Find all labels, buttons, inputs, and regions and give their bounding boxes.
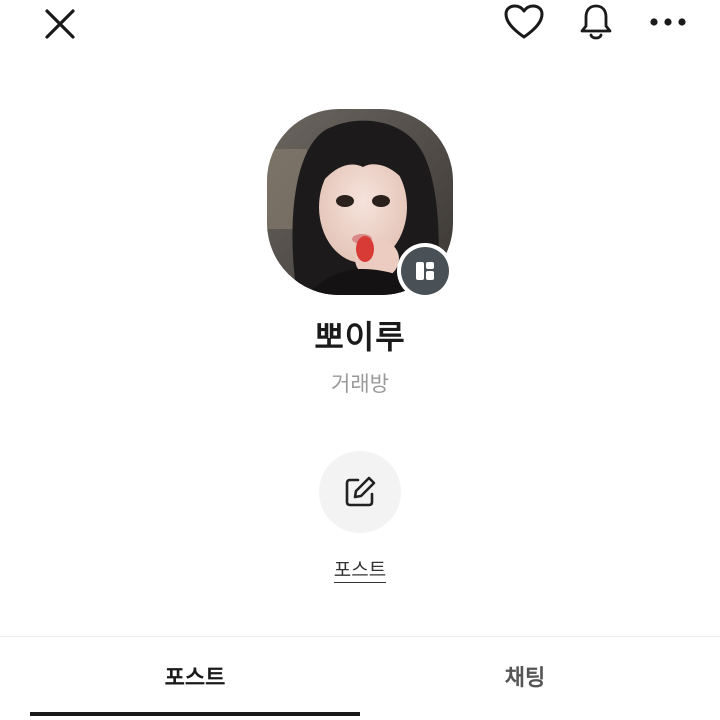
heart-icon bbox=[504, 4, 544, 39]
write-post-label-text: 포스트 bbox=[333, 559, 387, 583]
board-icon bbox=[416, 262, 434, 280]
board-badge[interactable] bbox=[397, 243, 453, 299]
write-post-label[interactable]: 포스트 bbox=[0, 555, 720, 583]
tab-posts[interactable]: 포스트 bbox=[15, 644, 375, 708]
profile-subtitle: 거래방 bbox=[331, 372, 389, 396]
write-post-button[interactable] bbox=[319, 451, 401, 533]
close-icon bbox=[45, 9, 75, 39]
tab-divider bbox=[0, 636, 720, 637]
shop-profile-screen: 뽀이루 거래방 포스트 포스트 채팅 bbox=[0, 0, 720, 720]
notification-button[interactable] bbox=[572, 0, 620, 44]
tab-chat[interactable]: 채팅 bbox=[345, 644, 705, 708]
bell-icon bbox=[580, 4, 612, 40]
board-badge-inner bbox=[401, 247, 449, 295]
edit-icon bbox=[345, 476, 376, 507]
close-button[interactable] bbox=[36, 2, 84, 46]
profile-avatar-container bbox=[267, 109, 453, 299]
more-button[interactable] bbox=[644, 0, 692, 44]
active-tab-indicator bbox=[30, 712, 360, 716]
more-dots-icon bbox=[650, 18, 686, 26]
top-bar bbox=[0, 0, 720, 50]
profile-name: 뽀이루 bbox=[314, 318, 406, 356]
like-button[interactable] bbox=[500, 0, 548, 44]
